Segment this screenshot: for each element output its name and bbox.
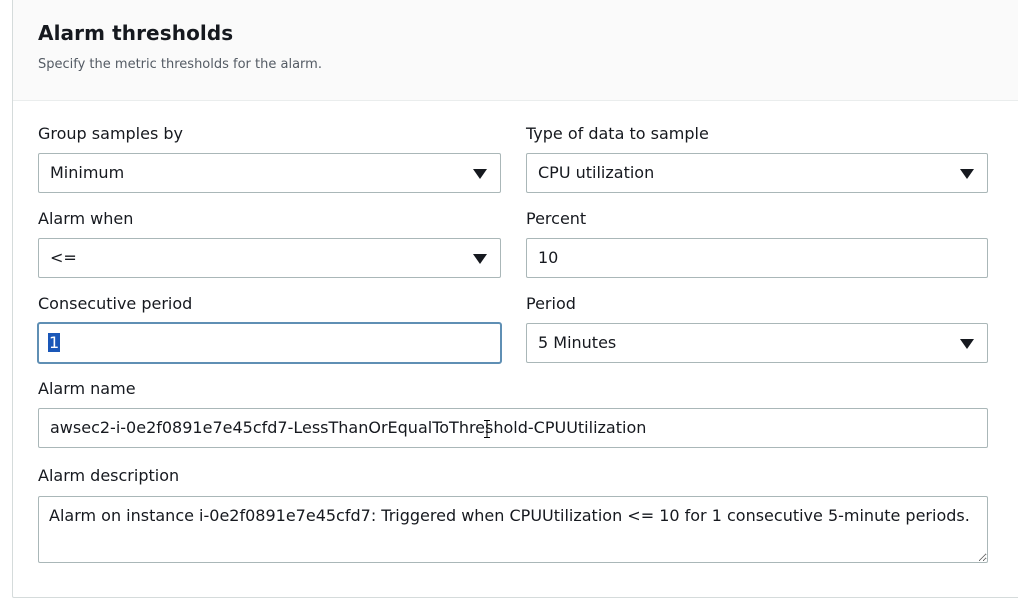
alarm-name-label: Alarm name [38,379,136,398]
percent-label: Percent [526,209,587,228]
consecutive-period-input[interactable]: 1 [37,322,502,364]
alarm-when-value: <= [50,248,77,267]
panel-description: Specify the metric thresholds for the al… [38,57,322,72]
percent-input[interactable]: 10 [526,238,988,278]
alarm-description-label: Alarm description [38,466,180,485]
consecutive-period-value: 1 [48,333,61,352]
group-samples-label: Group samples by [38,124,184,143]
selected-text: 1 [48,333,61,352]
alarm-name-input[interactable]: awsec2-i-0e2f0891e7e45cfd7-LessThanOrEqu… [38,408,988,448]
data-type-label: Type of data to sample [526,124,709,143]
panel-header: Alarm thresholds Specify the metric thre… [13,0,1018,101]
group-samples-select[interactable]: Minimum [38,153,501,193]
percent-value: 10 [538,248,559,267]
text-cursor-icon [484,420,490,438]
caret-down-icon [473,254,487,264]
panel-title: Alarm thresholds [38,21,234,45]
period-label: Period [526,294,576,313]
period-select[interactable]: 5 Minutes [526,323,988,363]
consecutive-period-label: Consecutive period [38,294,193,313]
caret-down-icon [960,169,974,179]
period-value: 5 Minutes [538,333,617,352]
data-type-value: CPU utilization [538,163,655,182]
alarm-when-select[interactable]: <= [38,238,501,278]
caret-down-icon [473,169,487,179]
alarm-description-textarea[interactable]: Alarm on instance i-0e2f0891e7e45cfd7: T… [38,496,988,563]
group-samples-value: Minimum [50,163,125,182]
alarm-name-value: awsec2-i-0e2f0891e7e45cfd7-LessThanOrEqu… [50,418,647,437]
data-type-select[interactable]: CPU utilization [526,153,988,193]
caret-down-icon [960,339,974,349]
alarm-when-label: Alarm when [38,209,134,228]
